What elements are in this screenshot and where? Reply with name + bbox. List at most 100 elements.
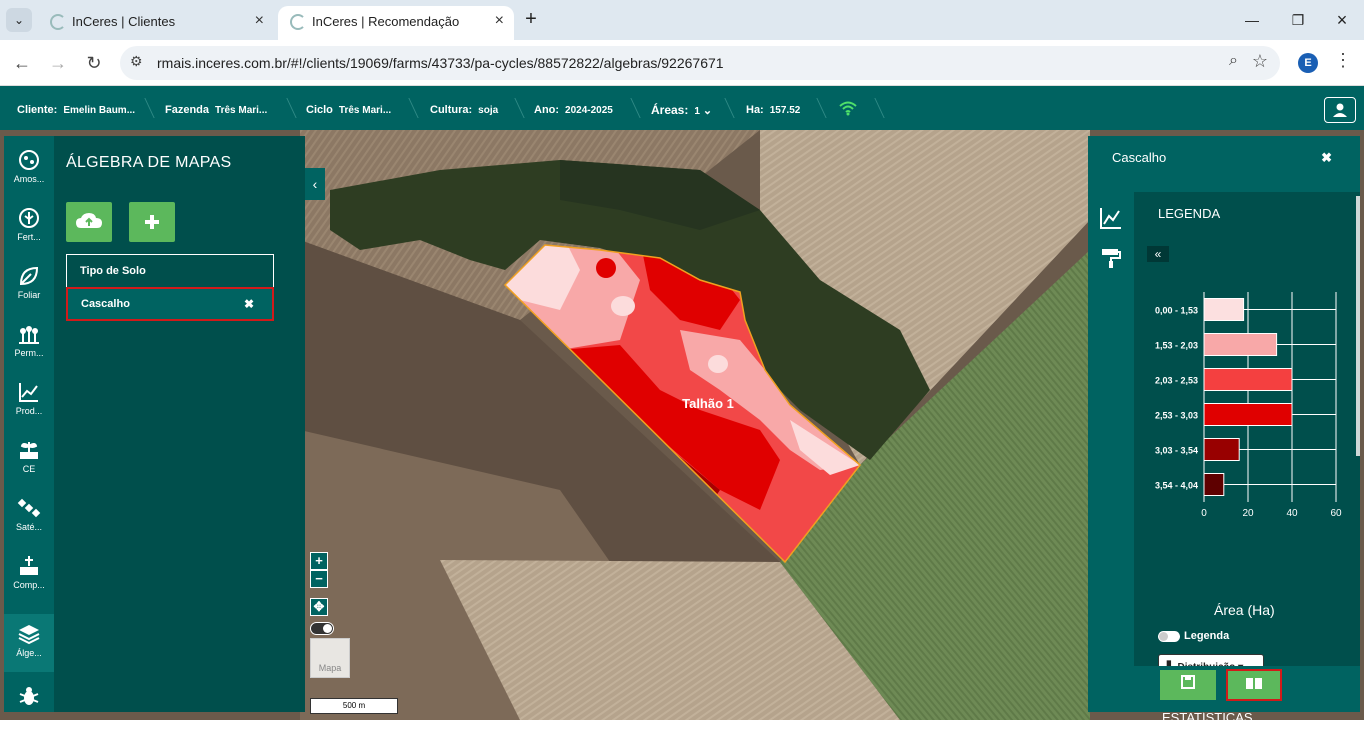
ano-value: 2024-2025 [565, 105, 613, 116]
sidebar-item-produtividade[interactable]: Prod... [4, 372, 54, 430]
context-breadcrumb-bar: Cliente: Emelin Baum... Fazenda Três Mari.… [0, 86, 1364, 130]
basemap-label: Mapa [318, 663, 342, 673]
map-scale-bar: 500 m [310, 698, 398, 714]
sidebar-item-permanente[interactable]: Perm... [4, 314, 54, 372]
sidebar-item-ce[interactable]: CE [4, 430, 54, 488]
browser-menu-icon[interactable]: ⋮ [1334, 50, 1352, 71]
sidebar-item-label: Foliar [17, 290, 41, 300]
chart-tick-label: 0 [1201, 508, 1207, 519]
collapse-panel-button[interactable]: ‹ [305, 168, 325, 200]
zoom-out-button[interactable]: − [310, 570, 328, 588]
chart-bar [1203, 473, 1225, 496]
chart-bar [1203, 298, 1245, 321]
chart-category-label: 0,00 - 1,53 [1155, 306, 1198, 316]
basemap-switcher[interactable]: Mapa [310, 638, 350, 678]
new-tab-button[interactable]: + [518, 8, 544, 32]
ha-label: Ha: [746, 104, 764, 116]
breadcrumb-fazenda[interactable]: Fazenda Três Mari... [165, 86, 267, 130]
tab-style[interactable] [1088, 238, 1134, 278]
chart-category-label: 1,53 - 2,03 [1155, 341, 1198, 351]
chart-tick-label: 20 [1242, 508, 1254, 519]
breadcrumb-separator [621, 98, 641, 118]
ha-value: 157.52 [769, 105, 801, 116]
report-button[interactable] [1226, 669, 1282, 701]
zoom-in-button[interactable]: + [310, 552, 328, 570]
address-bar[interactable]: ⚙ rmais.inceres.com.br/#!/clients/19069/… [120, 46, 1280, 80]
browser-tab-bar: ⌄ InCeres | Clientes × InCeres | Recomen… [0, 0, 1364, 40]
layer-label: Tipo de Solo [80, 265, 146, 277]
sidebar-item-label: Comp... [13, 580, 45, 590]
sidebar-item-label: Prod... [15, 406, 43, 416]
profile-avatar[interactable]: E [1298, 53, 1318, 73]
sampling-icon [19, 150, 39, 170]
tab-search-button[interactable]: ⌄ [6, 8, 32, 32]
chart-tick-label: 40 [1286, 508, 1298, 519]
collapse-legend-button[interactable]: « [1147, 246, 1169, 262]
save-button[interactable] [1160, 670, 1216, 700]
breadcrumb-cliente[interactable]: Cliente: Emelin Baum... [17, 86, 135, 130]
breadcrumb-separator [715, 98, 735, 118]
zoom-icon[interactable]: ⌕ [1229, 52, 1238, 70]
sidebar-item-satelite[interactable]: Saté... [4, 488, 54, 546]
cliente-value: Emelin Baum... [63, 105, 136, 116]
sidebar-item-compactacao[interactable]: Comp... [4, 546, 54, 604]
forward-button[interactable]: → [46, 51, 70, 75]
sidebar-item-label: Saté... [15, 522, 42, 532]
detail-panel-footer [1088, 666, 1360, 712]
layer-item-tipo-de-solo[interactable]: Tipo de Solo [66, 254, 274, 288]
breadcrumb-separator [399, 98, 419, 118]
plus-icon [145, 215, 159, 229]
legend-toggle[interactable]: Legenda [1158, 630, 1229, 642]
sidebar-item-fertilidade[interactable]: Fert... [4, 198, 54, 256]
book-icon [1246, 678, 1262, 689]
layer-detail-panel: Cascalho ✖ LEGENDA « 0 20 40 60 0,00 - 1,53 1… [1088, 136, 1360, 725]
site-info-icon[interactable]: ⚙ [130, 53, 143, 70]
restore-button[interactable]: ❐ [1278, 8, 1318, 32]
sidebar-item-algebra[interactable]: Álge... [4, 614, 54, 672]
layer-item-cascalho[interactable]: Cascalho ✖ [66, 287, 274, 321]
breadcrumb-separator [135, 98, 155, 118]
breadcrumb-cultura[interactable]: Cultura: soja [430, 86, 498, 130]
areas-label: Áreas: [651, 103, 689, 117]
areas-dropdown[interactable]: Áreas: 1 ⌄ [651, 86, 712, 130]
sidebar-item-pragas[interactable] [4, 676, 54, 734]
leaf-icon [19, 266, 39, 286]
browser-tab-clientes[interactable]: InCeres | Clientes × [38, 6, 274, 40]
algebra-panel: ÁLGEBRA DE MAPAS Tipo de Solo Cascalho ✖ [54, 136, 305, 712]
window-close-button[interactable]: × [1322, 8, 1362, 32]
toggle-switch[interactable] [1158, 630, 1180, 642]
minimize-button[interactable]: — [1232, 8, 1272, 32]
close-tab-icon[interactable]: × [495, 12, 504, 30]
close-icon[interactable]: ✖ [1321, 150, 1332, 166]
bookmark-star-icon[interactable]: ☆ [1252, 51, 1268, 72]
sidebar-item-label: Amos... [13, 174, 45, 184]
trend-chart-icon [19, 383, 38, 402]
add-layer-button[interactable] [129, 202, 175, 242]
sidebar-item-label: Fert... [17, 232, 41, 242]
url-text[interactable]: rmais.inceres.com.br/#!/clients/19069/fa… [157, 55, 724, 71]
sidebar-item-amostragem[interactable]: Amos... [4, 140, 54, 198]
user-icon [1333, 103, 1347, 117]
pan-move-icon[interactable]: ✥ [310, 598, 328, 616]
browser-tab-recomendacao[interactable]: InCeres | Recomendação × [278, 6, 514, 40]
sidebar-item-foliar[interactable]: Foliar [4, 256, 54, 314]
area-bar-chart: 0 20 40 60 0,00 - 1,53 1,53 - 2,03 2,03 - 2,53… [1155, 292, 1342, 519]
chart-category-label: 3,54 - 4,04 [1155, 481, 1198, 491]
tab-chart[interactable] [1088, 198, 1134, 238]
satellite-icon [17, 498, 41, 518]
panel-scrollbar[interactable] [1356, 196, 1360, 456]
legend-title: LEGENDA [1158, 206, 1221, 221]
upload-button[interactable] [66, 202, 112, 242]
module-sidebar: Amos... Fert... Foliar Perm... Prod... C… [4, 136, 54, 712]
layer-visibility-toggle[interactable] [310, 622, 334, 635]
reload-button[interactable]: ↻ [82, 51, 106, 75]
sidebar-item-label: Álge... [16, 648, 42, 658]
breadcrumb-ciclo[interactable]: Ciclo Três Mari... [306, 86, 391, 130]
sidebar-item-label: Perm... [14, 348, 44, 358]
remove-layer-icon[interactable]: ✖ [244, 289, 254, 319]
breadcrumb-ano[interactable]: Ano: 2024-2025 [534, 86, 613, 130]
close-tab-icon[interactable]: × [255, 12, 264, 30]
user-account-button[interactable] [1324, 97, 1356, 123]
paint-roller-icon [1102, 249, 1121, 268]
back-button[interactable]: ← [10, 51, 34, 75]
